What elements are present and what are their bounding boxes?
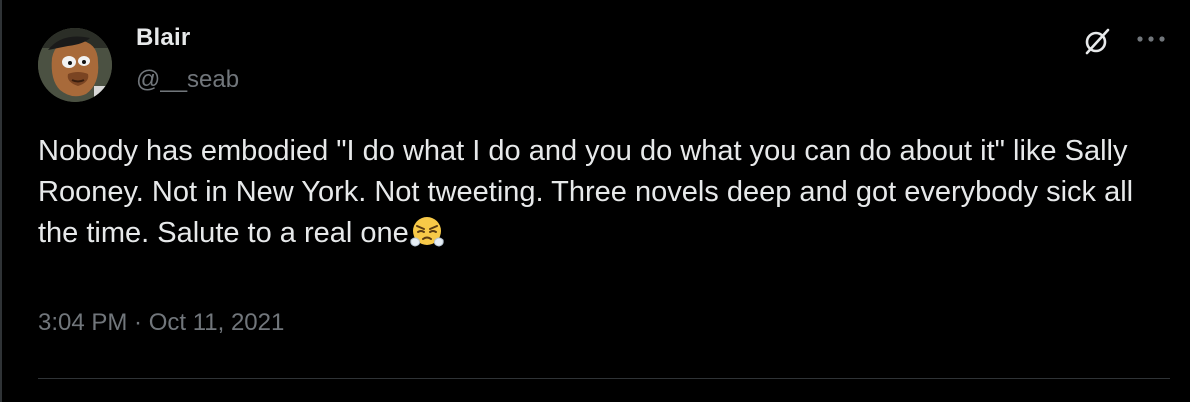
divider [38, 378, 1170, 379]
grok-slash-icon[interactable] [1082, 26, 1112, 56]
author-display-name[interactable]: Blair [136, 24, 190, 52]
tweet-text-body: Nobody has embodied "I do what I do and … [38, 135, 1134, 249]
avatar[interactable] [38, 28, 112, 102]
tweet-text: Nobody has embodied "I do what I do and … [38, 131, 1173, 254]
thread-edge-line [0, 0, 2, 402]
tweet-timestamp[interactable]: 3:04 PM · Oct 11, 2021 [38, 309, 284, 337]
cartoon-avatar-icon [38, 28, 112, 102]
tweet-page: Blair @__seab Nobody has embodied "I do … [0, 0, 1190, 402]
author-handle[interactable]: @__seab [136, 66, 239, 94]
more-options-icon[interactable] [1134, 26, 1168, 52]
face-with-steam-from-nose-icon [409, 214, 445, 250]
